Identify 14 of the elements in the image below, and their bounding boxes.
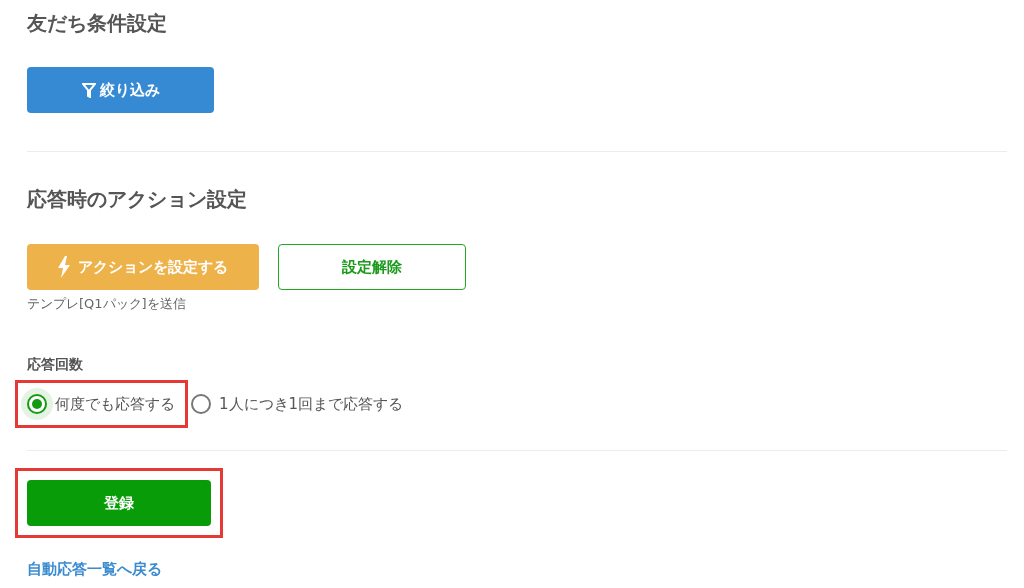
radio-option[interactable]: 1人につき1回まで応答する bbox=[185, 385, 404, 423]
action-caption: テンプレ[Q1パック]を送信 bbox=[27, 295, 187, 313]
filter-icon bbox=[81, 82, 96, 98]
filter-button[interactable]: 絞り込み bbox=[27, 67, 214, 113]
radio-button[interactable] bbox=[21, 388, 53, 420]
lightning-icon bbox=[58, 256, 70, 278]
back-link[interactable]: 自動応答一覧へ戻る bbox=[27, 558, 162, 581]
set-action-button[interactable]: アクションを設定する bbox=[27, 244, 259, 290]
register-button[interactable]: 登録 bbox=[27, 480, 211, 526]
section-heading: 友だち条件設定 bbox=[27, 10, 168, 37]
field-label: 応答回数 bbox=[27, 355, 84, 374]
clear-button[interactable]: 設定解除 bbox=[278, 244, 466, 290]
radio-option[interactable]: 何度でも応答する bbox=[21, 385, 175, 423]
section-heading: 応答時のアクション設定 bbox=[27, 186, 248, 213]
